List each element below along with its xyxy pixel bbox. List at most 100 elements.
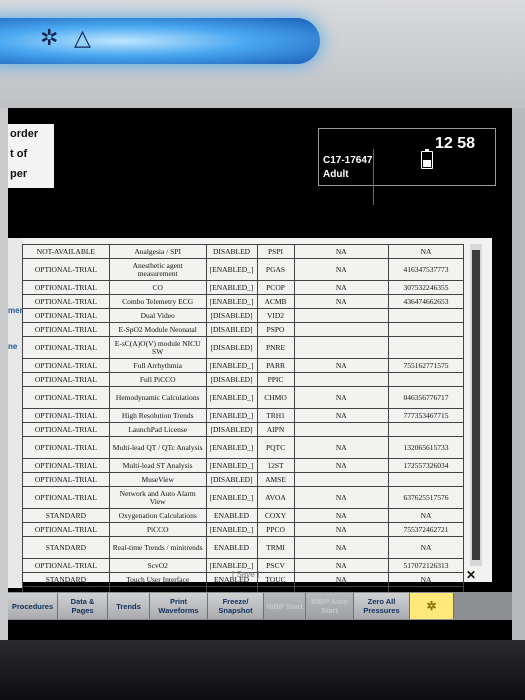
table-cell: NA xyxy=(293,294,390,309)
table-cell: [DISABLED] xyxy=(205,372,258,387)
patient-info-box[interactable]: C17-17647 Adult 12 58 xyxy=(318,128,496,205)
bed-id: C17-17647 xyxy=(323,155,373,166)
info-divider xyxy=(373,149,374,205)
table-cell: OPTIONAL-TRIAL xyxy=(22,358,110,373)
license-table: NOT-AVAILABLE Analgesia / SPI DISABLED PSPI… xyxy=(22,244,464,601)
scrollbar-thumb[interactable] xyxy=(472,250,480,560)
table-row[interactable]: OPTIONAL-TRIAL Hemodynamic Calculations [E… xyxy=(22,386,464,409)
table-cell: PQTC xyxy=(256,436,295,459)
table-cell xyxy=(293,336,390,359)
table-row[interactable]: OPTIONAL-TRIAL E-sC(A)O(V) module NICU SW… xyxy=(22,336,464,359)
table-cell: PPCO xyxy=(256,522,295,537)
table-cell: Full PiCCO xyxy=(108,372,207,387)
table-cell: VID2 xyxy=(256,308,295,323)
table-cell: TRH1 xyxy=(256,408,295,423)
table-cell: 12ST xyxy=(256,458,295,473)
table-row[interactable]: OPTIONAL-TRIAL MuseView [DISABLED] AMSE xyxy=(22,472,464,487)
table-cell: ENABLED xyxy=(205,536,258,559)
table-cell: OPTIONAL-TRIAL xyxy=(22,294,110,309)
order-line: order xyxy=(10,128,39,140)
table-cell: [DISABLED] xyxy=(205,322,258,337)
table-cell: PSCV xyxy=(256,558,295,573)
table-cell: NA xyxy=(388,244,464,259)
license-dialog: NOT-AVAILABLE Analgesia / SPI DISABLED PSPI… xyxy=(22,238,492,601)
table-cell: [ENABLED_] xyxy=(205,358,258,373)
table-cell: [DISABLED] xyxy=(205,308,258,323)
table-row[interactable]: OPTIONAL-TRIAL PiCCO [ENABLED_] PPCO NA 75537… xyxy=(22,522,464,537)
table-cell: E-SpO2 Module Neonatal xyxy=(108,322,207,337)
scrollbar[interactable] xyxy=(470,244,482,566)
table-cell: 777353467715 xyxy=(388,408,464,423)
alarm-triangle-icon: △ xyxy=(74,25,91,50)
table-cell: TOUC xyxy=(256,572,295,587)
table-cell: NA xyxy=(293,258,390,281)
battery-icon xyxy=(421,149,433,169)
monitor-bezel-right xyxy=(512,108,525,648)
table-cell: ScvO2 xyxy=(108,558,207,573)
table-row[interactable]: OPTIONAL-TRIAL CO [ENABLED_] PCOP NA 30753224… xyxy=(22,280,464,295)
order-panel[interactable]: order t of per xyxy=(8,124,54,188)
table-cell: 172557326034 xyxy=(388,458,464,473)
table-cell: [ENABLED_] xyxy=(205,458,258,473)
alarm-silence-button[interactable]: ✲ xyxy=(410,593,454,619)
freeze-snapshot-button[interactable]: Freeze/ Snapshot xyxy=(208,593,264,619)
table-cell: OPTIONAL-TRIAL xyxy=(22,558,110,573)
table-row[interactable]: OPTIONAL-TRIAL LaunchPad License [DISABLED… xyxy=(22,422,464,437)
table-row[interactable]: OPTIONAL-TRIAL Dual Video [DISABLED] VID2 xyxy=(22,308,464,323)
table-cell: NA xyxy=(293,358,390,373)
table-cell: NA xyxy=(293,558,390,573)
table-cell: NA xyxy=(293,436,390,459)
data-pages-button[interactable]: Data & Pages xyxy=(58,593,108,619)
procedures-button[interactable]: Procedures xyxy=(8,593,58,619)
table-row[interactable]: STANDARD Oxygenation Calculations ENABLED C… xyxy=(22,508,464,523)
table-row[interactable]: OPTIONAL-TRIAL Full Arrhythmia [ENABLED_] P… xyxy=(22,358,464,373)
table-row[interactable]: NOT-AVAILABLE Analgesia / SPI DISABLED PSPI… xyxy=(22,244,464,259)
table-cell: OPTIONAL-TRIAL xyxy=(22,336,110,359)
table-cell: High Resolution Trends xyxy=(108,408,207,423)
table-cell: PSPI xyxy=(256,244,295,259)
clock: 12 58 xyxy=(435,135,476,152)
table-cell: AVOA xyxy=(256,486,295,509)
nibp-start-button[interactable]: NIBP Start xyxy=(264,593,306,619)
table-cell: NA xyxy=(293,486,390,509)
audio-paused-icon: ✲ xyxy=(426,598,437,613)
table-cell: OPTIONAL-TRIAL xyxy=(22,522,110,537)
table-cell: PGAS xyxy=(256,258,295,281)
patient-type: Adult xyxy=(323,169,349,180)
table-cell: [ENABLED_] xyxy=(205,280,258,295)
nibp-auto-start-button[interactable]: NIBP Auto Start xyxy=(306,593,354,619)
table-cell: NA xyxy=(388,536,464,559)
table-row[interactable]: STANDARD Real-time Trends / minitrends ENA… xyxy=(22,536,464,559)
table-row[interactable]: OPTIONAL-TRIAL High Resolution Trends [ENA… xyxy=(22,408,464,423)
table-cell: NA xyxy=(293,408,390,423)
side-menu-item[interactable]: ne xyxy=(8,342,17,351)
table-row[interactable]: OPTIONAL-TRIAL Combo Telemetry ECG [ENABLE… xyxy=(22,294,464,309)
table-cell: [DISABLED] xyxy=(205,336,258,359)
table-cell: PNRE xyxy=(256,336,295,359)
table-cell: Analgesia / SPI xyxy=(108,244,207,259)
table-cell: 307532246355 xyxy=(388,280,464,295)
table-row[interactable]: OPTIONAL-TRIAL Anesthetic agent measureme… xyxy=(22,258,464,281)
print-waveforms-button[interactable]: Print Waveforms xyxy=(150,593,208,619)
table-cell: OPTIONAL-TRIAL xyxy=(22,486,110,509)
table-cell: [ENABLED_] xyxy=(205,386,258,409)
table-cell: OPTIONAL-TRIAL xyxy=(22,280,110,295)
trends-button[interactable]: Trends xyxy=(108,593,150,619)
table-cell: E-sC(A)O(V) module NICU SW xyxy=(108,336,207,359)
table-cell: Dual Video xyxy=(108,308,207,323)
zero-all-pressures-button[interactable]: Zero All Pressures xyxy=(354,593,410,619)
close-icon[interactable]: ✕ xyxy=(466,568,476,582)
table-cell: OPTIONAL-TRIAL xyxy=(22,386,110,409)
table-row[interactable]: OPTIONAL-TRIAL Multi-lead QT / QTc Analys… xyxy=(22,436,464,459)
table-row[interactable]: OPTIONAL-TRIAL Full PiCCO [DISABLED] PPIC xyxy=(22,372,464,387)
table-cell: Multi-lead ST Analysis xyxy=(108,458,207,473)
table-row[interactable]: OPTIONAL-TRIAL E-SpO2 Module Neonatal [DIS… xyxy=(22,322,464,337)
save-button[interactable]: [ Save ] xyxy=(232,570,259,579)
table-cell: Combo Telemetry ECG xyxy=(108,294,207,309)
table-cell: Real-time Trends / minitrends xyxy=(108,536,207,559)
table-row[interactable]: OPTIONAL-TRIAL Network and Auto Alarm Vie… xyxy=(22,486,464,509)
table-cell: CO xyxy=(108,280,207,295)
table-row[interactable]: OPTIONAL-TRIAL Multi-lead ST Analysis [ENA… xyxy=(22,458,464,473)
table-cell xyxy=(388,336,464,359)
table-cell: [ENABLED_] xyxy=(205,486,258,509)
